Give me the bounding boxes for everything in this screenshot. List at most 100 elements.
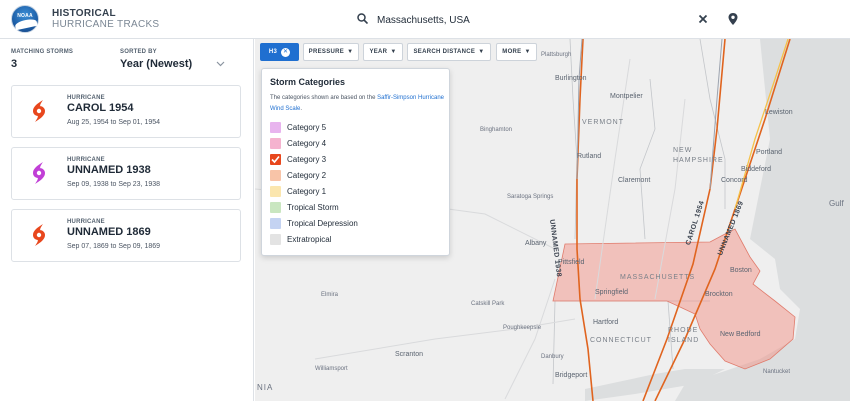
category-label: Category 4 xyxy=(287,139,327,148)
category-option-3[interactable]: Category 3 xyxy=(270,152,440,166)
storm-dates: Sep 09, 1938 to Sep 23, 1938 xyxy=(67,181,161,188)
city-label: Poughkeepsie xyxy=(503,325,542,331)
logo-text: NOAA xyxy=(17,13,33,19)
massachusetts-region xyxy=(552,228,796,370)
check-icon xyxy=(271,155,280,164)
filter-chip-search-distance[interactable]: SEARCH DISTANCE ▼ xyxy=(407,43,491,61)
map-canvas[interactable]: Plattsburgh Burlington Montpelier Bingha… xyxy=(255,39,850,401)
category-swatch[interactable] xyxy=(270,186,281,197)
category-option-tropical-depression[interactable]: Tropical Depression xyxy=(270,216,440,230)
panel-description-text: The categories shown are based on the xyxy=(270,95,378,101)
city-label: Rutland xyxy=(577,153,602,160)
noaa-logo-icon[interactable]: NOAA xyxy=(11,5,39,33)
matching-storms-label: MATCHING STORMS xyxy=(11,49,74,55)
storm-card[interactable]: HURRICANE CAROL 1954 Aug 25, 1954 to Sep… xyxy=(11,85,241,138)
vt-nh-border xyxy=(639,78,656,240)
category-swatch[interactable] xyxy=(270,138,281,149)
city-label: New Bedford xyxy=(720,331,761,338)
storm-name: UNNAMED 1938 xyxy=(67,164,151,176)
storm-categories-panel: Storm Categories The categories shown ar… xyxy=(261,68,450,256)
matching-storms-count: 3 xyxy=(11,58,18,70)
storm-type: HURRICANE xyxy=(67,157,105,163)
city-label: Elmira xyxy=(321,292,339,298)
header-bar: NOAA HISTORICAL HURRICANE TRACKS xyxy=(0,0,850,39)
edge-label: Gulf xyxy=(829,199,844,208)
park-label: Binghamton xyxy=(480,127,513,133)
category-label: Category 5 xyxy=(287,123,327,132)
filter-chip-h3-label: H3 xyxy=(268,49,278,55)
hurricane-icon xyxy=(33,100,45,122)
category-option-extratropical[interactable]: Extratropical xyxy=(270,232,440,246)
category-label: Tropical Storm xyxy=(287,203,339,212)
city-label: Portland xyxy=(756,149,783,156)
storm-type: HURRICANE xyxy=(67,95,105,101)
results-sidebar: MATCHING STORMS 3 SORTED BY Year (Newest… xyxy=(0,39,254,401)
chevron-down-icon[interactable] xyxy=(216,61,225,67)
storm-card[interactable]: HURRICANE UNNAMED 1938 Sep 09, 1938 to S… xyxy=(11,147,241,200)
city-label: Claremont xyxy=(618,177,651,184)
site-title-line1: HISTORICAL xyxy=(52,8,116,19)
state-label: RHODE xyxy=(668,327,699,334)
storm-dates: Aug 25, 1954 to Sep 01, 1954 xyxy=(67,119,161,126)
category-label: Category 2 xyxy=(287,171,327,180)
category-swatch[interactable] xyxy=(270,218,281,229)
city-label: Scranton xyxy=(395,351,424,358)
filter-chip-label: PRESSURE xyxy=(308,49,345,55)
filter-chip-label: SEARCH DISTANCE xyxy=(413,49,476,55)
city-label: Plattsburgh xyxy=(541,52,572,58)
ny-vt-border xyxy=(569,39,578,240)
category-swatch[interactable] xyxy=(270,234,281,245)
state-label: CONNECTICUT xyxy=(590,337,652,344)
storm-dates: Sep 07, 1869 to Sep 09, 1869 xyxy=(67,243,161,250)
location-pin-icon[interactable] xyxy=(727,12,739,26)
filter-chip-h3[interactable]: H3 ✕ xyxy=(260,43,299,61)
category-label: Tropical Depression xyxy=(287,219,358,228)
filter-chip-pressure[interactable]: PRESSURE ▼ xyxy=(303,43,359,61)
filter-chip-label: YEAR xyxy=(369,49,388,55)
category-option-2[interactable]: Category 2 xyxy=(270,168,440,182)
location-search-input[interactable] xyxy=(377,10,697,30)
sort-select[interactable]: Year (Newest) xyxy=(120,58,192,70)
sorted-by-label: SORTED BY xyxy=(120,49,157,55)
filter-chip-label: MORE xyxy=(502,49,522,55)
category-option-1[interactable]: Category 1 xyxy=(270,184,440,198)
city-label: Boston xyxy=(730,267,752,274)
state-label: HAMPSHIRE xyxy=(673,157,724,164)
category-checkbox-checked[interactable] xyxy=(270,154,281,165)
panel-title: Storm Categories xyxy=(270,77,346,87)
category-option-tropical-storm[interactable]: Tropical Storm xyxy=(270,200,440,214)
state-label: NEW xyxy=(673,147,693,154)
storm-card[interactable]: HURRICANE UNNAMED 1869 Sep 07, 1869 to S… xyxy=(11,209,241,262)
city-label: Danbury xyxy=(541,354,564,360)
city-label: Bridgeport xyxy=(555,372,588,379)
road xyxy=(504,278,556,400)
chevron-down-icon: ▼ xyxy=(524,49,531,55)
search-bar xyxy=(347,0,757,39)
city-label: Albany xyxy=(525,240,547,247)
close-icon[interactable]: ✕ xyxy=(281,47,291,57)
site-title-line2: HURRICANE TRACKS xyxy=(52,19,160,30)
category-option-4[interactable]: Category 4 xyxy=(270,136,440,150)
category-swatch[interactable] xyxy=(270,122,281,133)
city-label: Hartford xyxy=(593,319,619,326)
category-swatch[interactable] xyxy=(270,202,281,213)
category-swatch[interactable] xyxy=(270,170,281,181)
category-label: Category 3 xyxy=(287,155,327,164)
storm-name: CAROL 1954 xyxy=(67,102,134,114)
filter-chip-year[interactable]: YEAR ▼ xyxy=(363,43,403,61)
track-unnamed-1938 xyxy=(576,39,594,401)
city-label: Montpelier xyxy=(610,93,643,100)
clear-search-icon[interactable] xyxy=(697,13,709,25)
storm-name: UNNAMED 1869 xyxy=(67,226,151,238)
hurricane-icon xyxy=(33,162,45,184)
city-label: Concord xyxy=(721,177,748,184)
category-option-5[interactable]: Category 5 xyxy=(270,120,440,134)
panel-description-end: . xyxy=(300,106,303,112)
track-carol-1954-extension xyxy=(709,39,723,190)
filter-chip-more[interactable]: MORE ▼ xyxy=(496,43,537,61)
category-label: Extratropical xyxy=(287,235,332,244)
chevron-down-icon: ▼ xyxy=(347,49,354,55)
site-title[interactable]: HISTORICAL HURRICANE TRACKS xyxy=(52,8,159,30)
park-label: Catskill Park xyxy=(471,301,505,307)
city-label: Williamsport xyxy=(315,366,348,372)
